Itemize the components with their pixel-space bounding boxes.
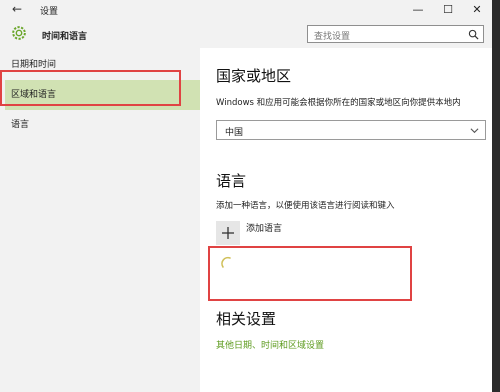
close-button[interactable]: ✕ [462, 0, 492, 20]
settings-window: ← 设置 — ☐ ✕ 时间和语言 查找设置 日期和时间 区域和语言 语言 国家或… [0, 0, 492, 392]
arrow-left-icon[interactable]: ← [12, 2, 22, 16]
window-title: 设置 [40, 7, 59, 17]
maximize-button[interactable]: ☐ [433, 0, 463, 20]
plus-icon [222, 227, 234, 239]
add-language-label[interactable]: 添加语言 [246, 221, 282, 234]
related-settings-link[interactable]: 其他日期、时间和区域设置 [216, 338, 324, 351]
language-heading: 语言 [216, 172, 247, 190]
country-value: 中国 [225, 128, 244, 138]
region-description: Windows 和应用可能会根据你所在的国家或地区向你提供本地内 [216, 98, 461, 108]
loading-spinner-icon [221, 256, 231, 268]
highlight-box-language [208, 246, 412, 301]
page-title: 时间和语言 [42, 32, 88, 42]
search-input[interactable]: 查找设置 [307, 25, 484, 43]
country-select[interactable]: 中国 [216, 120, 486, 140]
search-placeholder: 查找设置 [314, 32, 351, 42]
chevron-down-icon [470, 128, 479, 134]
region-heading: 国家或地区 [216, 67, 292, 85]
minimize-button[interactable]: — [403, 0, 433, 20]
title-bar: ← 设置 — ☐ ✕ [0, 0, 492, 20]
highlight-box [0, 70, 181, 106]
sidebar-item-language[interactable]: 语言 [5, 110, 200, 140]
gear-icon [12, 26, 26, 40]
search-icon[interactable] [468, 29, 479, 40]
related-heading: 相关设置 [216, 310, 277, 328]
language-description: 添加一种语言，以便使用该语言进行阅读和键入 [216, 201, 395, 211]
desktop-edge [492, 0, 500, 392]
main-content: 国家或地区 Windows 和应用可能会根据你所在的国家或地区向你提供本地内 中… [200, 48, 492, 392]
add-language-button[interactable] [216, 221, 240, 245]
